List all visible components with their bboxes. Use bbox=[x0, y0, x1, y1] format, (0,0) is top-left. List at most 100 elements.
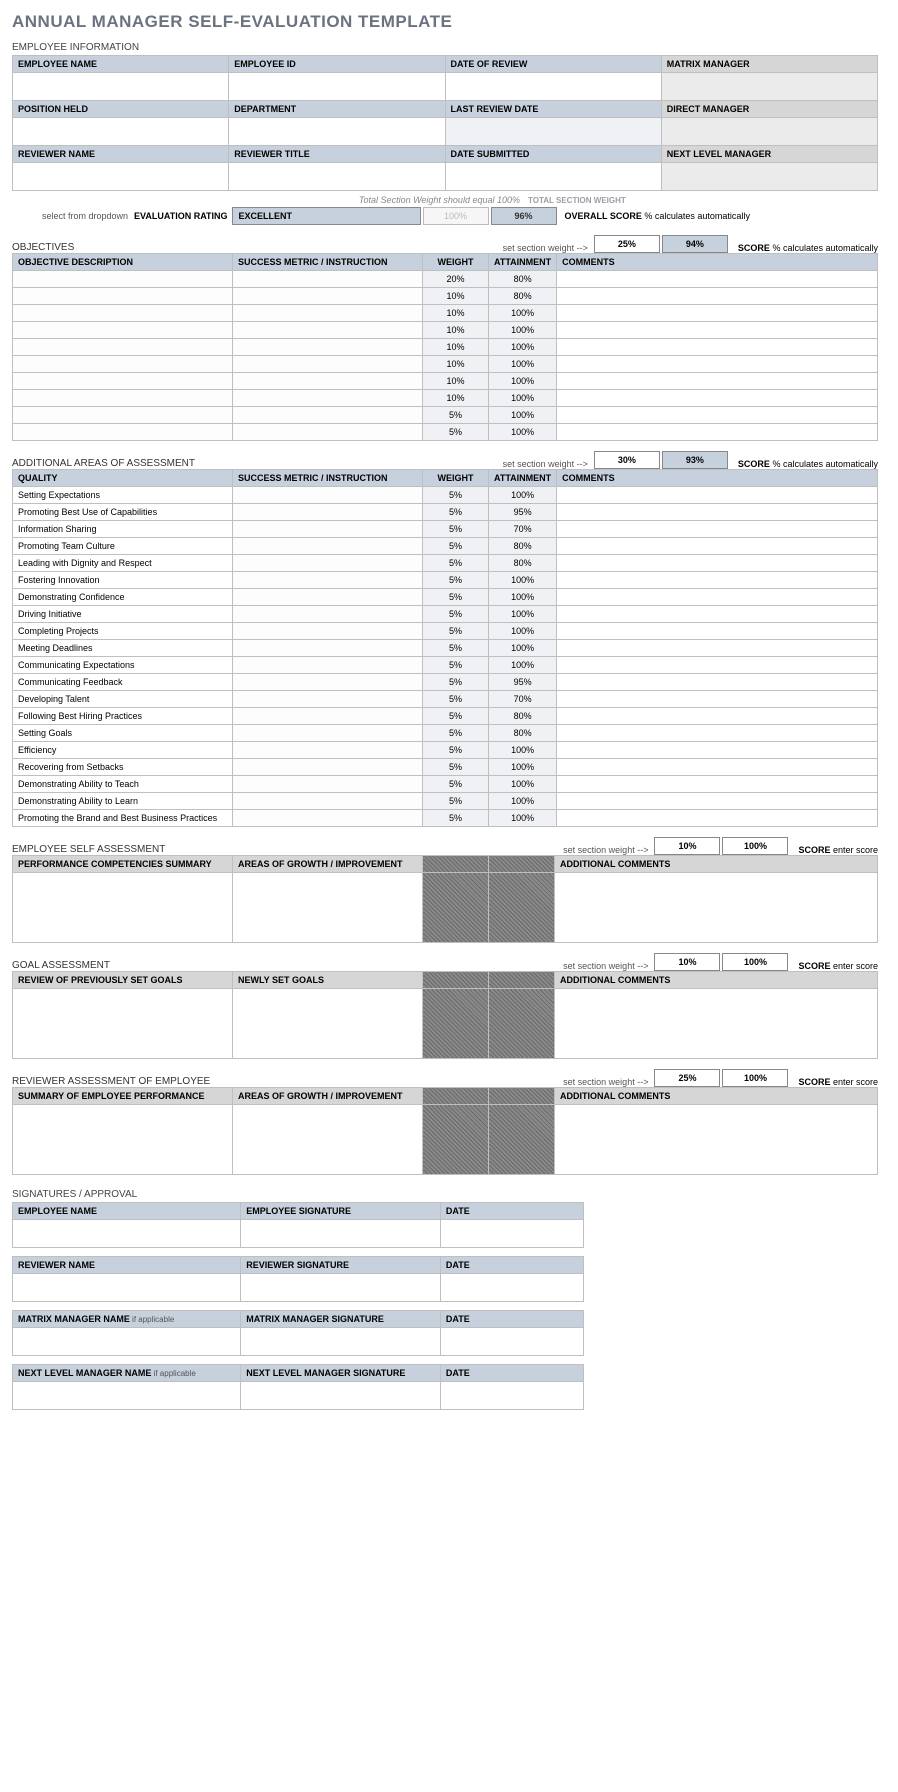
add-metric-cell[interactable] bbox=[233, 725, 423, 742]
add-weight-cell[interactable]: 5% bbox=[423, 504, 489, 521]
add-weight-cell[interactable]: 5% bbox=[423, 640, 489, 657]
obj-desc-cell[interactable] bbox=[13, 271, 233, 288]
sig-date-input[interactable] bbox=[440, 1274, 583, 1302]
evaluation-rating-dropdown[interactable]: EXCELLENT bbox=[232, 207, 421, 225]
input-rev-name[interactable] bbox=[13, 163, 229, 191]
input-emp-id[interactable] bbox=[229, 73, 445, 101]
add-comments-cell[interactable] bbox=[557, 487, 878, 504]
input-rev-title[interactable] bbox=[229, 163, 445, 191]
obj-comments-cell[interactable] bbox=[557, 407, 878, 424]
add-weight-cell[interactable]: 5% bbox=[423, 657, 489, 674]
obj-desc-cell[interactable] bbox=[13, 305, 233, 322]
add-comments-cell[interactable] bbox=[557, 708, 878, 725]
add-metric-cell[interactable] bbox=[233, 759, 423, 776]
sig-sign-input[interactable] bbox=[241, 1382, 441, 1410]
add-attain-cell[interactable]: 80% bbox=[489, 708, 557, 725]
obj-attain-cell[interactable]: 100% bbox=[489, 390, 557, 407]
additional-weight-input[interactable]: 30% bbox=[594, 451, 660, 469]
obj-metric-cell[interactable] bbox=[233, 288, 423, 305]
obj-desc-cell[interactable] bbox=[13, 373, 233, 390]
obj-desc-cell[interactable] bbox=[13, 322, 233, 339]
obj-metric-cell[interactable] bbox=[233, 356, 423, 373]
obj-metric-cell[interactable] bbox=[233, 322, 423, 339]
obj-desc-cell[interactable] bbox=[13, 356, 233, 373]
add-attain-cell[interactable]: 100% bbox=[489, 657, 557, 674]
obj-weight-cell[interactable]: 5% bbox=[423, 424, 489, 441]
add-attain-cell[interactable]: 70% bbox=[489, 521, 557, 538]
add-attain-cell[interactable]: 95% bbox=[489, 504, 557, 521]
add-weight-cell[interactable]: 5% bbox=[423, 623, 489, 640]
add-attain-cell[interactable]: 80% bbox=[489, 725, 557, 742]
add-weight-cell[interactable]: 5% bbox=[423, 572, 489, 589]
add-attain-cell[interactable]: 70% bbox=[489, 691, 557, 708]
obj-attain-cell[interactable]: 100% bbox=[489, 356, 557, 373]
add-metric-cell[interactable] bbox=[233, 776, 423, 793]
sig-sign-input[interactable] bbox=[241, 1274, 441, 1302]
add-comments-cell[interactable] bbox=[557, 657, 878, 674]
add-weight-cell[interactable]: 5% bbox=[423, 776, 489, 793]
add-metric-cell[interactable] bbox=[233, 623, 423, 640]
self-input-c[interactable] bbox=[555, 873, 878, 943]
add-metric-cell[interactable] bbox=[233, 657, 423, 674]
add-comments-cell[interactable] bbox=[557, 674, 878, 691]
obj-comments-cell[interactable] bbox=[557, 322, 878, 339]
obj-weight-cell[interactable]: 10% bbox=[423, 322, 489, 339]
add-comments-cell[interactable] bbox=[557, 725, 878, 742]
add-comments-cell[interactable] bbox=[557, 640, 878, 657]
add-metric-cell[interactable] bbox=[233, 606, 423, 623]
add-weight-cell[interactable]: 5% bbox=[423, 708, 489, 725]
add-metric-cell[interactable] bbox=[233, 640, 423, 657]
self-attain-input[interactable]: 100% bbox=[722, 837, 788, 855]
add-metric-cell[interactable] bbox=[233, 742, 423, 759]
input-last-review[interactable] bbox=[445, 118, 661, 146]
obj-weight-cell[interactable]: 5% bbox=[423, 407, 489, 424]
add-metric-cell[interactable] bbox=[233, 487, 423, 504]
obj-desc-cell[interactable] bbox=[13, 424, 233, 441]
add-weight-cell[interactable]: 5% bbox=[423, 725, 489, 742]
obj-comments-cell[interactable] bbox=[557, 288, 878, 305]
input-next-lvl[interactable] bbox=[661, 163, 877, 191]
add-metric-cell[interactable] bbox=[233, 555, 423, 572]
obj-attain-cell[interactable]: 80% bbox=[489, 271, 557, 288]
obj-desc-cell[interactable] bbox=[13, 407, 233, 424]
add-attain-cell[interactable]: 100% bbox=[489, 640, 557, 657]
obj-comments-cell[interactable] bbox=[557, 424, 878, 441]
add-attain-cell[interactable]: 80% bbox=[489, 538, 557, 555]
input-emp-name[interactable] bbox=[13, 73, 229, 101]
obj-comments-cell[interactable] bbox=[557, 390, 878, 407]
input-position[interactable] bbox=[13, 118, 229, 146]
add-attain-cell[interactable]: 80% bbox=[489, 555, 557, 572]
input-dept[interactable] bbox=[229, 118, 445, 146]
obj-metric-cell[interactable] bbox=[233, 390, 423, 407]
add-weight-cell[interactable]: 5% bbox=[423, 606, 489, 623]
add-weight-cell[interactable]: 5% bbox=[423, 674, 489, 691]
add-comments-cell[interactable] bbox=[557, 606, 878, 623]
obj-weight-cell[interactable]: 10% bbox=[423, 339, 489, 356]
add-comments-cell[interactable] bbox=[557, 589, 878, 606]
add-comments-cell[interactable] bbox=[557, 759, 878, 776]
add-metric-cell[interactable] bbox=[233, 674, 423, 691]
input-matrix-mgr[interactable] bbox=[661, 73, 877, 101]
add-attain-cell[interactable]: 100% bbox=[489, 589, 557, 606]
add-attain-cell[interactable]: 100% bbox=[489, 606, 557, 623]
add-attain-cell[interactable]: 100% bbox=[489, 776, 557, 793]
obj-attain-cell[interactable]: 80% bbox=[489, 288, 557, 305]
add-metric-cell[interactable] bbox=[233, 521, 423, 538]
add-weight-cell[interactable]: 5% bbox=[423, 759, 489, 776]
obj-desc-cell[interactable] bbox=[13, 288, 233, 305]
add-metric-cell[interactable] bbox=[233, 572, 423, 589]
add-comments-cell[interactable] bbox=[557, 504, 878, 521]
sig-name-input[interactable] bbox=[13, 1382, 241, 1410]
objectives-weight-input[interactable]: 25% bbox=[594, 235, 660, 253]
add-weight-cell[interactable]: 5% bbox=[423, 589, 489, 606]
sig-sign-input[interactable] bbox=[241, 1220, 441, 1248]
sig-date-input[interactable] bbox=[440, 1220, 583, 1248]
obj-comments-cell[interactable] bbox=[557, 305, 878, 322]
obj-desc-cell[interactable] bbox=[13, 390, 233, 407]
add-metric-cell[interactable] bbox=[233, 538, 423, 555]
obj-weight-cell[interactable]: 10% bbox=[423, 356, 489, 373]
add-comments-cell[interactable] bbox=[557, 623, 878, 640]
add-comments-cell[interactable] bbox=[557, 810, 878, 827]
add-comments-cell[interactable] bbox=[557, 742, 878, 759]
obj-comments-cell[interactable] bbox=[557, 356, 878, 373]
